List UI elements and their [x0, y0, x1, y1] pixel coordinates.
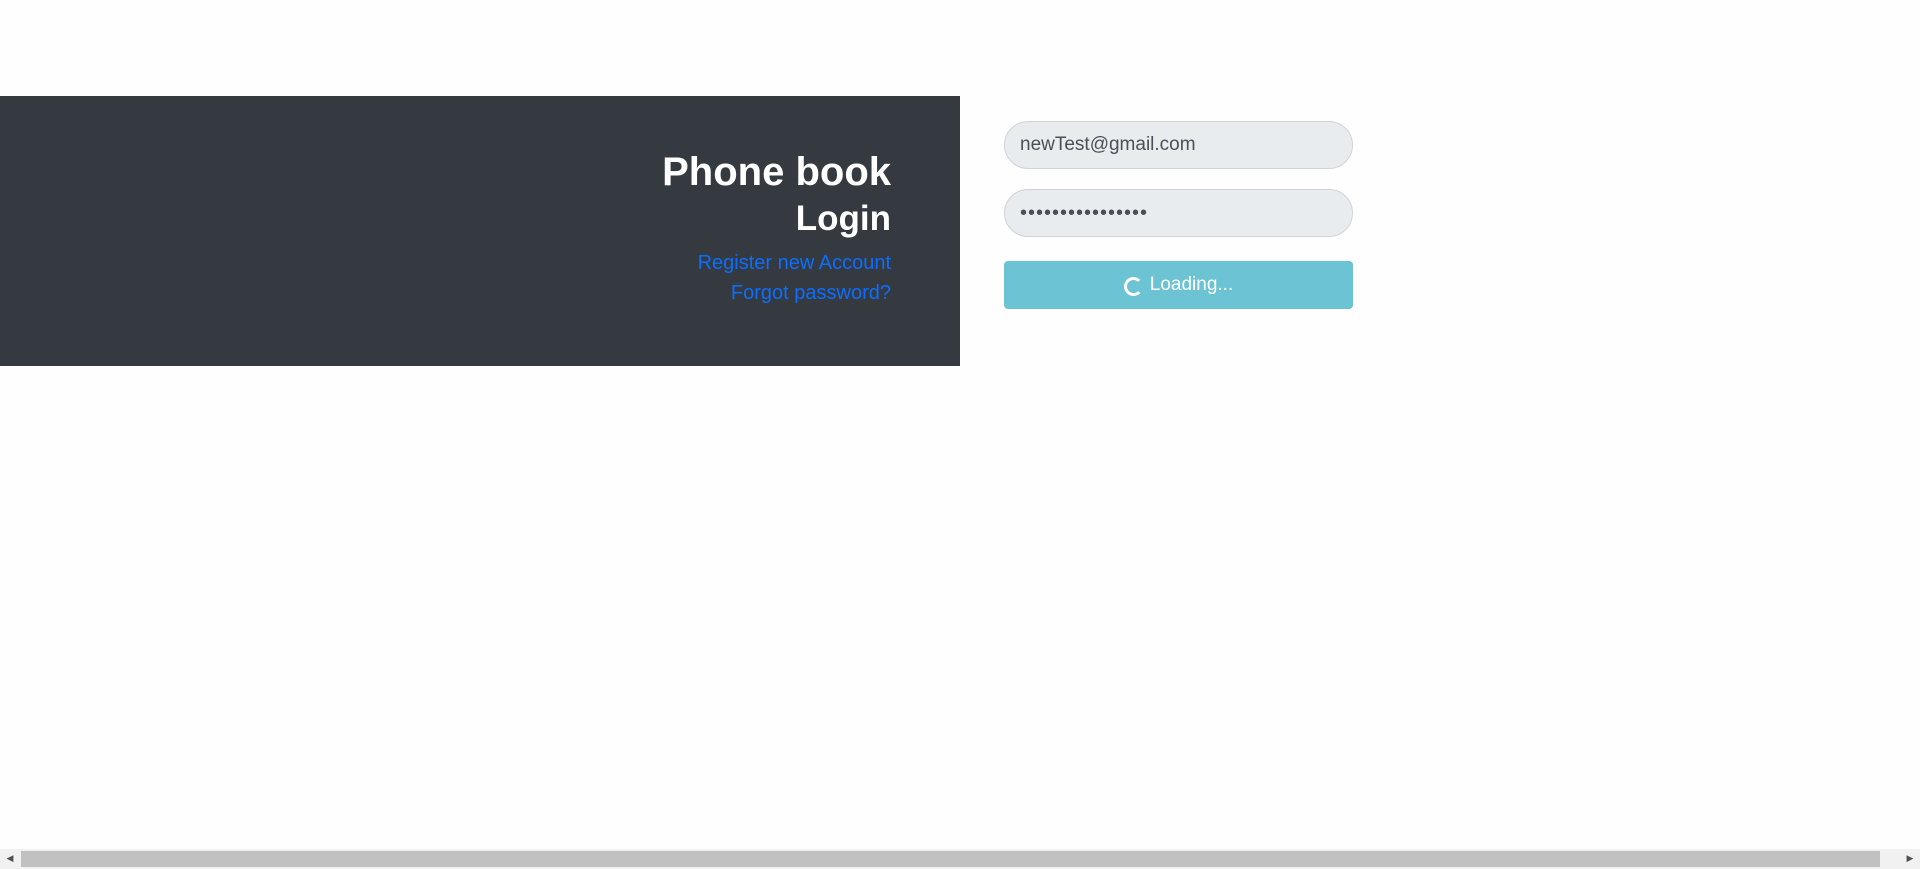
login-button[interactable]: Loading...: [1004, 261, 1353, 309]
login-form: Loading...: [1004, 121, 1353, 309]
email-field[interactable]: [1004, 121, 1353, 169]
header-text-group: Phone book Login Register new Account Fo…: [662, 148, 891, 308]
scroll-thumb[interactable]: [21, 851, 1880, 867]
arrow-right-icon[interactable]: ▶: [1900, 849, 1920, 869]
login-page: Phone book Login Register new Account Fo…: [0, 0, 1920, 869]
loading-spinner-icon: [1123, 277, 1143, 296]
page-title: Login: [795, 199, 891, 238]
app-title: Phone book: [662, 150, 891, 194]
password-field[interactable]: [1004, 189, 1353, 237]
horizontal-scrollbar[interactable]: ◀ ▶: [0, 849, 1920, 869]
arrow-left-icon[interactable]: ◀: [0, 849, 20, 869]
header-panel: Phone book Login Register new Account Fo…: [0, 96, 960, 366]
login-button-label: Loading...: [1149, 274, 1234, 295]
register-link[interactable]: Register new Account: [662, 248, 891, 278]
forgot-password-link[interactable]: Forgot password?: [662, 278, 891, 308]
